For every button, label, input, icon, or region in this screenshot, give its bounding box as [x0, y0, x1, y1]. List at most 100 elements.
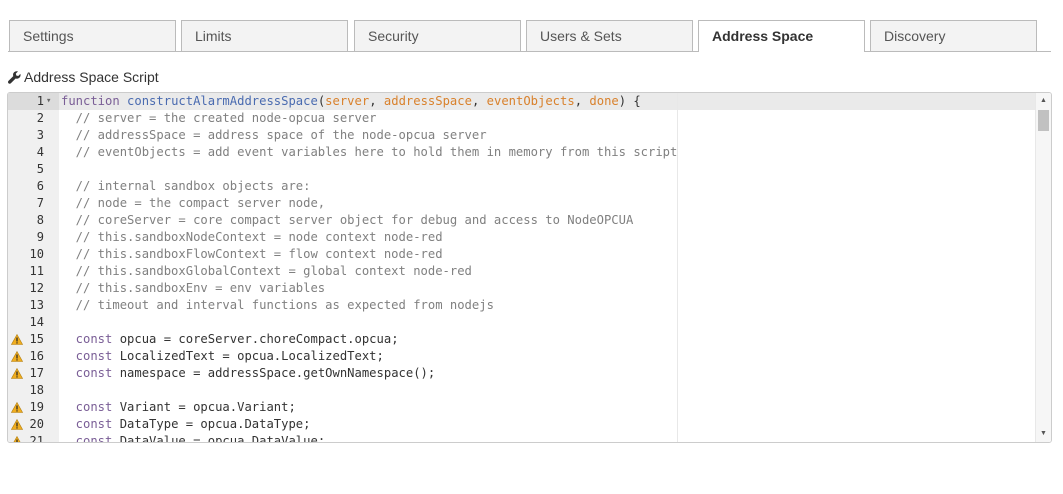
code-lines: 1 ▾ function constructAlarmAddressSpace(se…: [8, 93, 1035, 443]
code-text: const opcua = coreServer.choreCompact.op…: [61, 331, 399, 348]
code-line[interactable]: 9 // this.sandboxNodeContext = node cont…: [8, 229, 1035, 246]
tab-settings[interactable]: Settings: [9, 20, 176, 51]
line-number: 2: [36, 111, 44, 125]
section-label-text: Address Space Script: [24, 69, 159, 85]
line-number: 3: [36, 128, 44, 142]
wrench-icon: [8, 70, 21, 84]
code-token: server: [325, 94, 370, 108]
line-number: 5: [36, 162, 44, 176]
line-number: 20: [29, 417, 44, 431]
code-token: done: [589, 94, 619, 108]
line-number: 15: [29, 332, 44, 346]
line-number: 10: [29, 247, 44, 261]
line-number: 4: [36, 145, 44, 159]
tab-address-space[interactable]: Address Space: [698, 20, 865, 52]
code-token: // coreServer = core compact server obje…: [61, 213, 634, 227]
code-text: function constructAlarmAddressSpace(serv…: [61, 93, 641, 110]
code-token: const: [61, 434, 120, 443]
tab-label: Limits: [195, 28, 232, 44]
code-token: // eventObjects = add event variables he…: [61, 145, 678, 159]
code-text: const namespace = addressSpace.getOwnNam…: [61, 365, 436, 382]
tab-label: Users & Sets: [540, 28, 622, 44]
code-text: const DataValue = opcua.DataValue;: [61, 433, 325, 443]
code-token: // this.sandboxEnv = env variables: [61, 281, 326, 295]
code-token: const: [61, 332, 120, 346]
code-token: // this.sandboxFlowContext = flow contex…: [61, 247, 443, 261]
tab-discovery[interactable]: Discovery: [870, 20, 1037, 51]
line-number: 17: [29, 366, 44, 380]
code-line[interactable]: 10 // this.sandboxFlowContext = flow con…: [8, 246, 1035, 263]
code-token: function: [61, 94, 128, 108]
line-number: 7: [36, 196, 44, 210]
code-token: // node = the compact server node,: [61, 196, 326, 210]
code-text: // this.sandboxNodeContext = node contex…: [61, 229, 443, 246]
tab-bar-divider: [8, 51, 1051, 52]
code-text: const LocalizedText = opcua.LocalizedTex…: [61, 348, 384, 365]
code-line[interactable]: 2 // server = the created node-opcua ser…: [8, 110, 1035, 127]
code-token: // this.sandboxNodeContext = node contex…: [61, 230, 443, 244]
line-number: 6: [36, 179, 44, 193]
code-line[interactable]: 19 const Variant = opcua.Variant;: [8, 399, 1035, 416]
scroll-down-icon[interactable]: ▼: [1039, 430, 1048, 438]
code-token: const: [61, 417, 120, 431]
line-number: 9: [36, 230, 44, 244]
line-number: 16: [29, 349, 44, 363]
code-token: eventObjects: [486, 94, 575, 108]
fold-toggle-icon[interactable]: ▾: [46, 93, 51, 110]
code-line[interactable]: 8 // coreServer = core compact server ob…: [8, 212, 1035, 229]
code-text: // node = the compact server node,: [61, 195, 325, 212]
code-editor[interactable]: 1 ▾ function constructAlarmAddressSpace(se…: [7, 92, 1052, 443]
code-text: const DataType = opcua.DataType;: [61, 416, 311, 433]
code-token: opcua = coreServer.choreCompact.opcua;: [119, 332, 399, 346]
tab-limits[interactable]: Limits: [181, 20, 348, 51]
tab-label: Settings: [23, 28, 74, 44]
code-text: // this.sandboxFlowContext = flow contex…: [61, 246, 443, 263]
code-line[interactable]: 1 ▾ function constructAlarmAddressSpace(se…: [8, 93, 1035, 110]
code-token: const: [61, 400, 120, 414]
line-number: 11: [29, 264, 44, 278]
tab-label: Security: [368, 28, 419, 44]
line-number: 19: [29, 400, 44, 414]
code-line[interactable]: 3 // addressSpace = address space of the…: [8, 127, 1035, 144]
tab-bar: Settings Limits Security Users & Sets Ad…: [0, 0, 1063, 52]
code-token: // this.sandboxGlobalContext = global co…: [61, 264, 472, 278]
code-token: const: [61, 349, 120, 363]
code-line[interactable]: 4 // eventObjects = add event variables …: [8, 144, 1035, 161]
code-line[interactable]: 17 const namespace = addressSpace.getOwn…: [8, 365, 1035, 382]
tab-users-and-sets[interactable]: Users & Sets: [526, 20, 693, 51]
code-text: // timeout and interval functions as exp…: [61, 297, 494, 314]
code-token: ) {: [618, 94, 641, 108]
scroll-up-icon[interactable]: ▲: [1039, 97, 1048, 105]
code-line[interactable]: 11 // this.sandboxGlobalContext = global…: [8, 263, 1035, 280]
code-line[interactable]: 13 // timeout and interval functions as …: [8, 297, 1035, 314]
code-token: namespace = addressSpace.getOwnNamespace…: [119, 366, 436, 380]
code-token: // server = the created node-opcua serve…: [61, 111, 377, 125]
code-token: Variant = opcua.Variant;: [119, 400, 296, 414]
code-text: // this.sandboxGlobalContext = global co…: [61, 263, 472, 280]
code-line[interactable]: 7 // node = the compact server node,: [8, 195, 1035, 212]
code-text: // server = the created node-opcua serve…: [61, 110, 377, 127]
code-line[interactable]: 5: [8, 161, 1035, 178]
code-text: // this.sandboxEnv = env variables: [61, 280, 325, 297]
code-token: addressSpace: [383, 94, 472, 108]
editor-scrollbar[interactable]: ▲ ▼: [1035, 93, 1051, 442]
code-line[interactable]: 16 const LocalizedText = opcua.Localized…: [8, 348, 1035, 365]
code-line[interactable]: 12 // this.sandboxEnv = env variables: [8, 280, 1035, 297]
code-token: // addressSpace = address space of the n…: [61, 128, 487, 142]
tab-security[interactable]: Security: [354, 20, 521, 51]
line-number: 14: [29, 315, 44, 329]
code-line[interactable]: 15 const opcua = coreServer.choreCompact…: [8, 331, 1035, 348]
code-token: constructAlarmAddressSpace: [127, 94, 318, 108]
code-line[interactable]: 14: [8, 314, 1035, 331]
line-number: 12: [29, 281, 44, 295]
code-line[interactable]: 18: [8, 382, 1035, 399]
code-text: // addressSpace = address space of the n…: [61, 127, 487, 144]
scrollbar-thumb[interactable]: [1038, 110, 1049, 131]
code-line[interactable]: 20 const DataType = opcua.DataType;: [8, 416, 1035, 433]
code-token: ,: [574, 94, 590, 108]
code-token: // timeout and interval functions as exp…: [61, 298, 494, 312]
line-number: 1: [36, 94, 44, 108]
tab-label: Discovery: [884, 28, 946, 44]
code-line[interactable]: 6 // internal sandbox objects are:: [8, 178, 1035, 195]
code-line[interactable]: 21 const DataValue = opcua.DataValue;: [8, 433, 1035, 443]
